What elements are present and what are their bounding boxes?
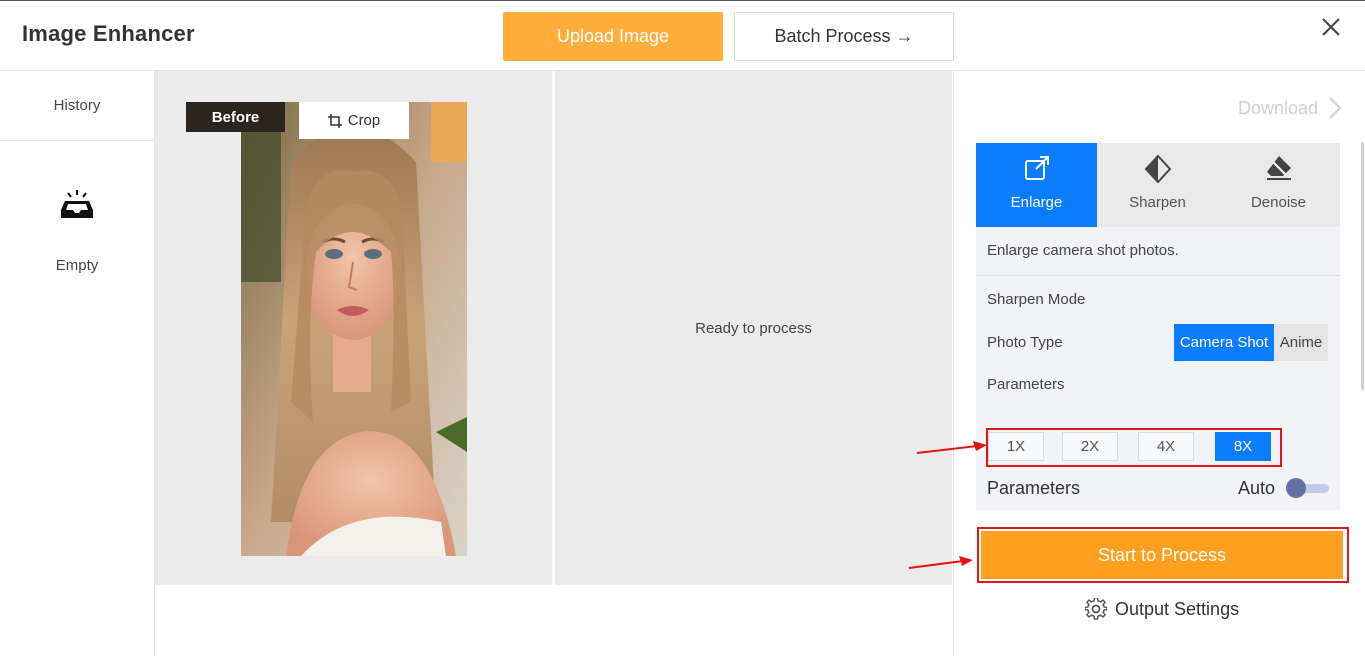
crop-button[interactable]: Crop [299,102,409,139]
scrollbar[interactable] [1361,142,1364,390]
tab-sharpen[interactable]: Sharpen [1097,143,1218,227]
eraser-icon [1266,156,1291,180]
download-button[interactable]: Download [1238,96,1342,120]
app-title: Image Enhancer [22,21,195,46]
header: Image Enhancer Upload Image Batch Proces… [0,1,1365,71]
canvas-footer [155,585,952,656]
close-icon[interactable] [1320,16,1342,38]
tab-sharpen-label: Sharpen [1129,194,1186,211]
sharpen-mode-label: Sharpen Mode [987,291,1086,308]
parameters-label: Parameters [987,376,1065,393]
auto-label: Auto [1238,478,1276,498]
uploaded-photo [241,102,467,556]
photo-type-selector: Camera Shot Anime [1174,324,1328,361]
gear-icon [1085,598,1107,620]
parameters-label-2: Parameters [987,478,1081,498]
batch-process-button[interactable]: Batch Process → [734,12,954,61]
tab-denoise-label: Denoise [1250,194,1307,211]
enlarge-icon [1024,156,1049,180]
output-settings-label: Output Settings [1115,598,1240,619]
crop-icon [327,113,342,128]
tab-enlarge-label: Enlarge [1010,194,1063,211]
download-label: Download [1238,97,1319,118]
start-process-button[interactable]: Start to Process [981,531,1343,579]
chevron-right-icon [1329,97,1342,119]
photo-type-anime[interactable]: Anime [1274,324,1328,361]
upload-image-button[interactable]: Upload Image [503,12,723,61]
divider [976,275,1340,276]
before-label: Before [186,102,285,132]
annotation-arrow-icon [908,556,973,569]
scale-highlight-box [986,428,1282,467]
auto-toggle-knob[interactable] [1286,478,1306,498]
empty-tray-icon [61,190,93,218]
tab-denoise[interactable]: Denoise [1218,143,1340,227]
history-tab[interactable]: History [0,71,154,141]
sharpen-icon [1144,155,1171,183]
empty-label: Empty [55,257,99,274]
tab-enlarge[interactable]: Enlarge [976,143,1097,227]
crop-label: Crop [347,112,381,129]
photo-type-camera-shot[interactable]: Camera Shot [1174,324,1274,361]
history-sidebar: History Empty [0,71,155,656]
photo-type-label: Photo Type [987,334,1063,351]
ready-status: Ready to process [695,320,812,337]
output-settings-button[interactable]: Output Settings [1085,598,1239,620]
mode-description: Enlarge camera shot photos. [987,242,1179,259]
annotation-arrow-icon [916,441,987,454]
